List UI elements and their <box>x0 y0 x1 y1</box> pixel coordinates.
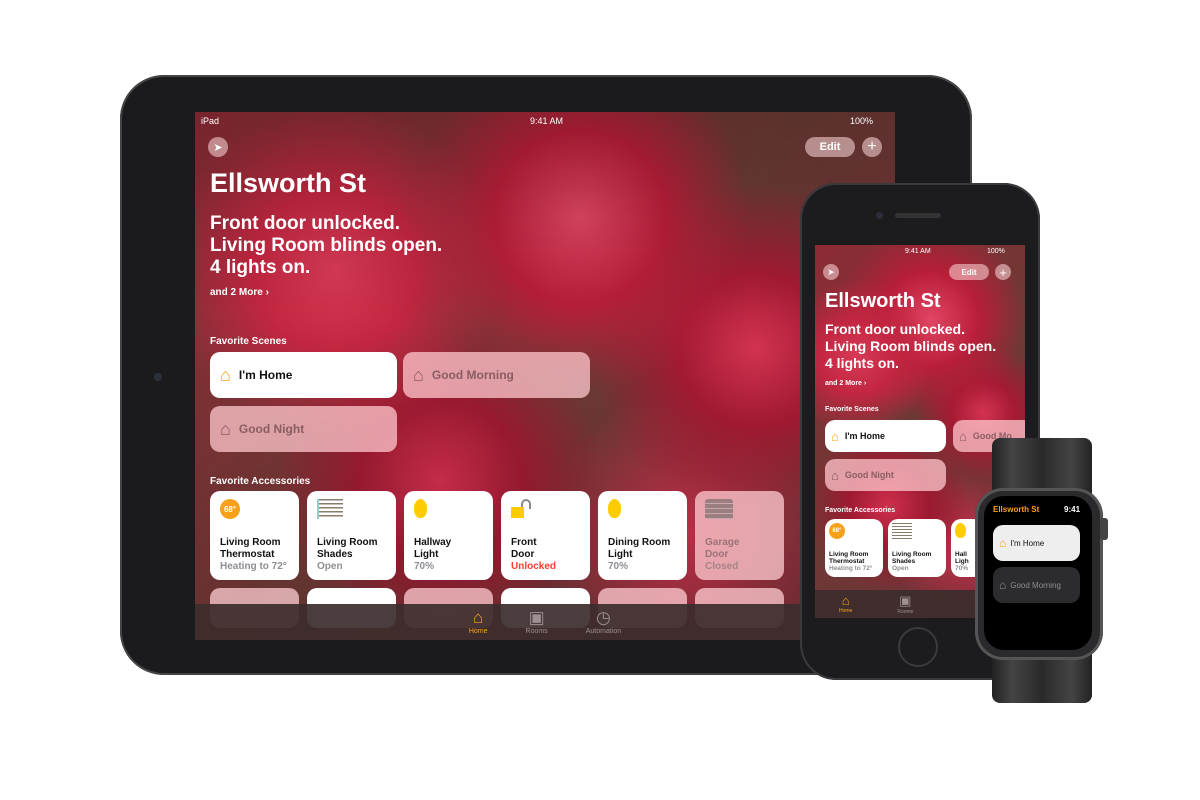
ipad-screen: iPad 9:41 AM 100% ➤ Edit + Ellsworth St … <box>195 112 895 640</box>
home-title: Ellsworth St <box>825 290 941 312</box>
house-person-icon: ⌂ <box>220 364 231 385</box>
edit-button[interactable]: Edit <box>805 137 855 157</box>
house-person-icon: ⌂ <box>831 428 839 444</box>
location-arrow-icon[interactable]: ➤ <box>208 137 228 157</box>
location-arrow-icon[interactable]: ➤ <box>823 264 839 280</box>
tab-automation[interactable]: ◷ Automation <box>586 608 621 640</box>
home-summary: Front door unlocked. Living Room blinds o… <box>825 321 997 371</box>
accessories-grid: 68° Living Room Thermostat Heating to 72° Li… <box>210 491 784 580</box>
house-icon: ⌂ <box>473 608 484 627</box>
watch-scene-good-morning[interactable]: ⌂ Good Morning <box>993 567 1080 603</box>
accessory-tile[interactable]: 68° Living Room Thermostat Heating to 72° <box>210 491 299 580</box>
house-moon-icon: ⌂ <box>831 467 839 483</box>
home-title: Ellsworth St <box>210 168 367 198</box>
more-link[interactable]: and 2 More › <box>825 380 866 387</box>
tab-home[interactable]: ⌂ Home <box>839 593 852 618</box>
house-sun-icon: ⌂ <box>999 578 1007 592</box>
speaker <box>895 213 941 218</box>
battery: 100% <box>987 248 1005 255</box>
clock-check-icon: ◷ <box>596 608 611 627</box>
house-person-icon: ⌂ <box>999 536 1007 550</box>
scenes-heading: Favorite Scenes <box>825 406 879 413</box>
home-button[interactable] <box>898 627 938 667</box>
house-moon-icon: ⌂ <box>220 418 231 439</box>
scene-good-night[interactable]: ⌂ Good Night <box>825 459 946 491</box>
accessory-tile[interactable]: Living Room Shades Open <box>888 519 946 577</box>
scene-im-home[interactable]: ⌂ I'm Home <box>825 420 946 452</box>
tab-rooms[interactable]: ▣ Rooms <box>897 593 913 618</box>
accessories-heading: Favorite Accessories <box>210 476 311 487</box>
house-sun-icon: ⌂ <box>413 364 424 385</box>
accessory-tile[interactable]: Living Room Shades Open <box>307 491 396 580</box>
plus-icon[interactable]: + <box>862 137 882 157</box>
more-link[interactable]: and 2 More › <box>210 287 269 298</box>
clock: 9:41 AM <box>905 248 931 255</box>
watch-title: Ellsworth St <box>993 505 1040 514</box>
shades-icon <box>892 523 912 539</box>
scene-good-night[interactable]: ⌂ Good Night <box>210 406 397 452</box>
accessory-tile[interactable]: 68° Living Room Thermostat Heating to 72° <box>825 519 883 577</box>
battery: 100% <box>850 116 874 126</box>
digital-crown[interactable] <box>1100 518 1108 540</box>
scene-im-home[interactable]: ⌂ I'm Home <box>210 352 397 398</box>
unlocked-lock-icon <box>511 499 535 519</box>
plus-icon[interactable]: + <box>995 264 1011 280</box>
carrier: iPad <box>201 116 220 126</box>
tab-rooms[interactable]: ▣ Rooms <box>526 608 548 640</box>
accessory-tile[interactable]: Front Door Unlocked <box>501 491 590 580</box>
camera <box>876 212 883 219</box>
tab-home[interactable]: ⌂ Home <box>469 608 488 640</box>
scene-good-morning[interactable]: ⌂ Good Morning <box>403 352 590 398</box>
watch-screen: Ellsworth St 9:41 ⌂ I'm Home ⌂ Good Mornin… <box>984 496 1092 650</box>
home-summary: Front door unlocked. Living Room blinds o… <box>210 213 443 278</box>
scenes-heading: Favorite Scenes <box>210 336 287 347</box>
lightbulb-icon <box>608 499 621 518</box>
accessory-tile[interactable]: Garage Door Closed <box>695 491 784 580</box>
camera <box>154 373 162 381</box>
shades-icon <box>317 499 343 519</box>
house-sun-icon: ⌂ <box>959 428 967 444</box>
clock: 9:41 AM <box>530 116 564 126</box>
rooms-icon: ▣ <box>528 608 545 627</box>
rooms-icon: ▣ <box>899 593 912 608</box>
watch-scene-im-home[interactable]: ⌂ I'm Home <box>993 525 1080 561</box>
garage-door-icon <box>705 499 733 519</box>
tab-bar: ⌂ Home ▣ Rooms ◷ Automation <box>195 604 895 640</box>
lightbulb-icon <box>414 499 427 518</box>
thermostat-icon: 68° <box>829 523 845 539</box>
accessories-heading: Favorite Accessories <box>825 507 896 514</box>
lightbulb-icon <box>955 523 966 538</box>
house-icon: ⌂ <box>841 593 850 608</box>
thermostat-icon: 68° <box>220 499 240 519</box>
accessory-tile[interactable]: Dining Room Light 70% <box>598 491 687 580</box>
accessory-tile[interactable]: Hallway Light 70% <box>404 491 493 580</box>
watch-time: 9:41 <box>1064 505 1081 514</box>
edit-button[interactable]: Edit <box>949 264 989 280</box>
